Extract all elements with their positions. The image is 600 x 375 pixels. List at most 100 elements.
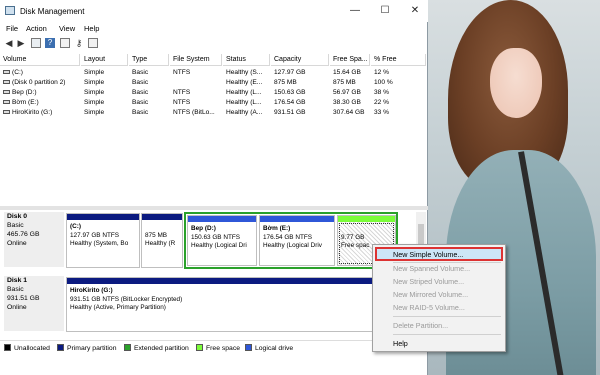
col-header-free-space[interactable]: Free Spa... — [330, 54, 370, 66]
cell-text: 15.64 GB — [333, 69, 361, 76]
primary-bar — [67, 214, 139, 220]
cell-status[interactable]: Healthy (L... — [223, 88, 270, 98]
cell-status[interactable]: Healthy (S... — [223, 68, 270, 78]
cell-layout[interactable]: Simple — [81, 78, 128, 88]
legend-label: Extended partition — [134, 345, 189, 352]
col-header-layout[interactable]: Layout — [81, 54, 128, 66]
context-menu: New Simple Volume... New Spanned Volume.… — [372, 244, 506, 352]
cell-capacity[interactable]: 127.97 GB — [271, 68, 329, 78]
cell-file-system[interactable]: NTFS — [170, 98, 222, 108]
properties-icon[interactable] — [31, 38, 41, 48]
cell-percent-free[interactable]: 33 % — [371, 108, 426, 118]
cell-type[interactable]: Basic — [129, 108, 169, 118]
cell-capacity[interactable]: 150.63 GB — [271, 88, 329, 98]
cell-free-space[interactable]: 15.64 GB — [330, 68, 370, 78]
menu-help[interactable]: Help — [84, 24, 99, 33]
drive-icon — [3, 90, 10, 95]
back-icon[interactable]: ◀ — [4, 38, 14, 48]
partition-c-size: 127.97 GB NTFS — [70, 231, 120, 239]
partition-d[interactable]: Bep (D:) 150.63 GB NTFS Healthy (Logical… — [187, 215, 257, 266]
cell-file-system[interactable] — [170, 78, 222, 88]
cell-free-space[interactable]: 56.97 GB — [330, 88, 370, 98]
maximize-button[interactable]: ☐ — [377, 4, 393, 18]
close-button[interactable]: ✕ — [407, 4, 423, 18]
menu-bar: File Action View Help — [0, 22, 428, 36]
cell-text: 150.63 GB — [274, 89, 306, 96]
cell-volume[interactable]: (C:) — [0, 68, 80, 78]
cell-file-system[interactable]: NTFS — [170, 88, 222, 98]
cell-percent-free[interactable]: 22 % — [371, 98, 426, 108]
cell-text: Basic — [132, 99, 149, 106]
cell-free-space[interactable]: 307.64 GB — [330, 108, 370, 118]
cell-volume[interactable]: Bờm (E:) — [0, 98, 80, 108]
cell-file-system[interactable]: NTFS — [170, 68, 222, 78]
disk-1-info[interactable]: Disk 1 Basic 931.51 GB Online — [4, 276, 64, 331]
cell-text: Basic — [132, 79, 149, 86]
legend-label: Unallocated — [14, 345, 50, 352]
menu-help-item[interactable]: Help — [393, 339, 408, 348]
help-icon[interactable]: ? — [45, 38, 55, 48]
cell-volume[interactable]: HiroKirito (G:) — [0, 108, 80, 118]
cell-type[interactable]: Basic — [129, 98, 169, 108]
partition-e[interactable]: Bờm (E:) 176.54 GB NTFS Healthy (Logical… — [259, 215, 335, 266]
cell-file-system[interactable]: NTFS (BitLo... — [170, 108, 222, 118]
cell-capacity[interactable]: 875 MB — [271, 78, 329, 88]
cell-status[interactable]: Healthy (A... — [223, 108, 270, 118]
cell-text: 100 % — [374, 79, 393, 86]
cell-free-space[interactable]: 875 MB — [330, 78, 370, 88]
partition-recovery[interactable]: 875 MB Healthy (R — [141, 213, 183, 268]
cell-text: Bờm (E:) — [12, 99, 39, 106]
view-icon[interactable] — [88, 38, 98, 48]
partition-c[interactable]: (C:) 127.97 GB NTFS Healthy (System, Bo — [66, 213, 140, 268]
minimize-button[interactable]: — — [347, 4, 363, 18]
menu-new-mirrored-volume[interactable]: New Mirrored Volume... — [393, 290, 468, 299]
menu-view[interactable]: View — [59, 24, 75, 33]
settings-icon[interactable] — [60, 38, 70, 48]
partition-g[interactable]: HiroKirito (G:) 931.51 GB NTFS (BitLocke… — [66, 277, 414, 332]
cell-percent-free[interactable]: 100 % — [371, 78, 426, 88]
primary-bar — [142, 214, 182, 220]
cell-free-space[interactable]: 38.30 GB — [330, 98, 370, 108]
cell-text: 875 MB — [333, 79, 356, 86]
menu-new-spanned-volume[interactable]: New Spanned Volume... — [393, 264, 470, 273]
cell-percent-free[interactable]: 12 % — [371, 68, 426, 78]
cell-volume[interactable]: Bep (D:) — [0, 88, 80, 98]
cell-text: Healthy (E... — [226, 79, 263, 86]
menu-action[interactable]: Action — [26, 24, 47, 33]
cell-layout[interactable]: Simple — [81, 108, 128, 118]
cell-layout[interactable]: Simple — [81, 88, 128, 98]
cell-volume[interactable]: (Disk 0 partition 2) — [0, 78, 80, 88]
col-header-file-system[interactable]: File System — [170, 54, 222, 66]
menu-delete-partition[interactable]: Delete Partition... — [393, 321, 448, 330]
key-icon[interactable]: ⚷ — [74, 38, 84, 48]
cell-layout[interactable]: Simple — [81, 98, 128, 108]
cell-percent-free[interactable]: 38 % — [371, 88, 426, 98]
cell-type[interactable]: Basic — [129, 78, 169, 88]
col-header-percent-free[interactable]: % Free — [371, 54, 426, 66]
forward-icon[interactable]: ▶ — [16, 38, 26, 48]
cell-status[interactable]: Healthy (L... — [223, 98, 270, 108]
col-header-capacity[interactable]: Capacity — [271, 54, 329, 66]
menu-new-simple-volume[interactable]: New Simple Volume... — [393, 250, 463, 259]
menu-new-striped-volume[interactable]: New Striped Volume... — [393, 277, 464, 286]
col-header-volume[interactable]: Volume — [0, 54, 80, 66]
cell-type[interactable]: Basic — [129, 88, 169, 98]
cell-layout[interactable]: Simple — [81, 68, 128, 78]
pane-divider[interactable] — [0, 206, 428, 210]
cell-status[interactable]: Healthy (E... — [223, 78, 270, 88]
disk-management-window: Disk Management — ☐ ✕ File Action View H… — [0, 0, 428, 375]
disk-0-info[interactable]: Disk 0 Basic 465.76 GB Online — [4, 212, 64, 267]
menu-new-raid5-volume[interactable]: New RAID-5 Volume... — [393, 303, 465, 312]
free-space-bar — [338, 216, 395, 222]
cell-text: Basic — [132, 89, 149, 96]
menu-file[interactable]: File — [6, 24, 18, 33]
cell-capacity[interactable]: 176.54 GB — [271, 98, 329, 108]
cell-capacity[interactable]: 931.51 GB — [271, 108, 329, 118]
unallocated-swatch — [4, 344, 11, 351]
cell-text: Bep (D:) — [12, 89, 37, 96]
col-header-type[interactable]: Type — [129, 54, 169, 66]
cell-type[interactable]: Basic — [129, 68, 169, 78]
col-header-status[interactable]: Status — [223, 54, 270, 66]
cell-text: Healthy (A... — [226, 109, 263, 116]
primary-swatch — [57, 344, 64, 351]
